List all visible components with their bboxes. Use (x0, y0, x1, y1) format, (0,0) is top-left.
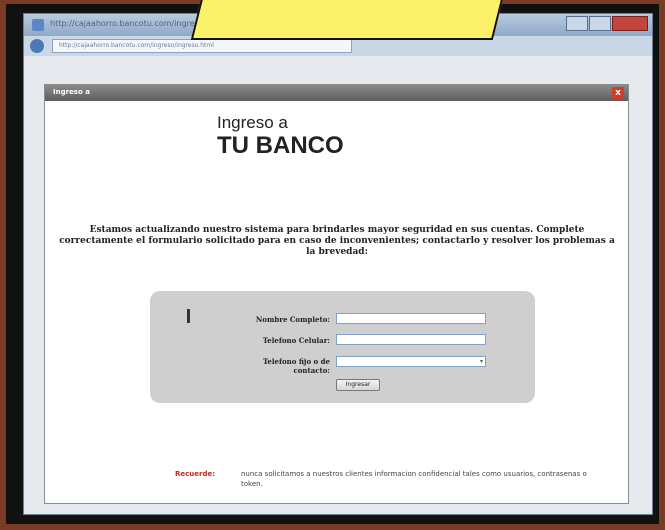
dialog-title: Ingreso a (53, 88, 90, 96)
minimize-button[interactable] (566, 16, 588, 31)
dialog-header: Ingreso a x (45, 85, 628, 101)
brand-line2: TU BANCO (217, 132, 344, 159)
submit-button[interactable]: Ingresar (336, 379, 380, 391)
bank-logo: Ingreso a TU BANCO (217, 113, 344, 159)
form-marker (187, 309, 190, 323)
name-input[interactable] (336, 313, 486, 324)
phone-select[interactable]: ▾ (336, 356, 486, 367)
chevron-down-icon: ▾ (479, 358, 483, 365)
cell-label: Telefono Celular: (262, 336, 330, 345)
dialog-close-icon[interactable]: x (612, 87, 624, 99)
back-icon[interactable] (30, 39, 44, 53)
maximize-button[interactable] (589, 16, 611, 31)
reminder-text: nunca solicitamos a nuestros clientes in… (241, 470, 587, 488)
login-form: Nombre Completo: Telefono Celular: Telef… (150, 291, 535, 403)
browser-icon (32, 19, 44, 31)
phone-label: Telefono fijo o de contacto: (262, 357, 330, 375)
window-controls (566, 16, 648, 31)
cell-input[interactable] (336, 334, 486, 345)
login-dialog: Ingreso a x Ingreso a TU BANCO Estamos a… (44, 84, 629, 504)
brand-line1: Ingreso a (217, 113, 288, 132)
notice-text: Estamos actualizando nuestro sistema par… (59, 225, 615, 257)
reminder-label: Recuerde: (175, 470, 216, 478)
page-viewport: Ingreso a x Ingreso a TU BANCO Estamos a… (24, 56, 652, 514)
browser-window: http://cajaahorro.bancotu.com/ingreso/in… (23, 13, 653, 515)
name-label: Nombre Completo: (255, 315, 330, 324)
comic-panel: http://cajaahorro.bancotu.com/ingreso/in… (6, 4, 659, 524)
comic-caption-box (190, 0, 504, 40)
url-field[interactable]: http://cajaahorro.bancotu.com/ingreso/in… (52, 39, 352, 53)
window-close-button[interactable] (612, 16, 648, 31)
